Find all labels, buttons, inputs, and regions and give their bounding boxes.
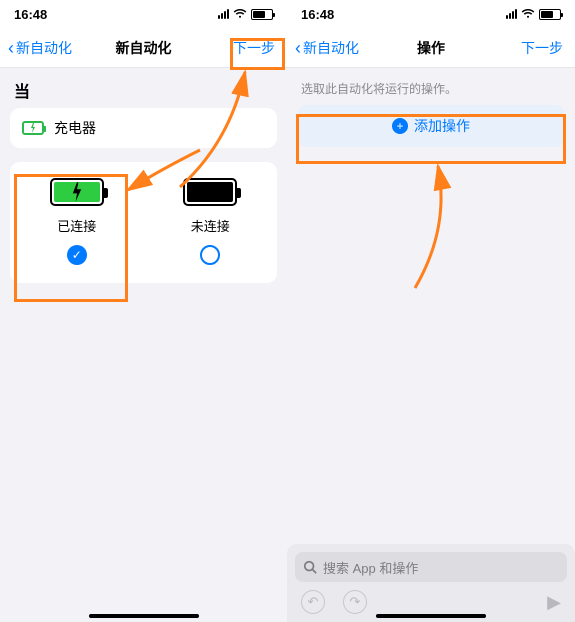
section-when-label: 当 (0, 68, 287, 108)
keyboard-toolbar: ↶ ↷ ▶ (295, 582, 567, 616)
option-disconnected[interactable]: 未连接 (144, 178, 278, 265)
undo-button[interactable]: ↶ (301, 590, 325, 614)
battery-icon (251, 9, 273, 20)
screen-new-automation: 16:48 ‹ 新自动化 新自动化 下一步 当 充电器 (0, 0, 287, 622)
search-placeholder: 搜索 App 和操作 (323, 558, 418, 577)
chevron-left-icon: ‹ (8, 39, 14, 57)
option-disconnected-check (200, 245, 220, 265)
wifi-icon (233, 9, 247, 19)
chevron-left-icon: ‹ (295, 39, 301, 57)
status-time: 16:48 (301, 7, 334, 22)
option-connected[interactable]: 已连接 ✓ (10, 178, 144, 265)
trigger-row-charger[interactable]: 充电器 (10, 108, 277, 148)
page-title: 操作 (417, 38, 445, 58)
search-input[interactable]: 搜索 App 和操作 (295, 552, 567, 582)
add-action-button[interactable]: + 添加操作 (297, 105, 565, 147)
redo-button[interactable]: ↷ (343, 590, 367, 614)
battery-icon (539, 9, 561, 20)
back-label: 新自动化 (16, 38, 72, 58)
battery-connected-icon (50, 178, 104, 206)
next-button[interactable]: 下一步 (517, 36, 567, 60)
add-action-label: 添加操作 (414, 116, 470, 136)
content-area: 当 充电器 已连接 ✓ (0, 68, 287, 622)
status-bar: 16:48 (287, 0, 575, 28)
battery-disconnected-icon (183, 178, 237, 206)
screen-actions: 16:48 ‹ 新自动化 操作 下一步 选取此自动化将运行的操作。 + 添加操作 (287, 0, 575, 622)
nav-bar: ‹ 新自动化 操作 下一步 (287, 28, 575, 68)
signal-icon (218, 9, 229, 19)
run-button[interactable]: ▶ (547, 592, 561, 613)
next-button[interactable]: 下一步 (229, 36, 279, 60)
status-bar: 16:48 (0, 0, 287, 28)
page-title: 新自动化 (116, 38, 172, 58)
back-button[interactable]: ‹ 新自动化 (8, 38, 72, 58)
status-icons (218, 9, 273, 20)
content-area: 选取此自动化将运行的操作。 + 添加操作 搜索 App 和操作 ↶ ↷ ▶ (287, 68, 575, 622)
status-icons (506, 9, 561, 20)
search-icon (303, 560, 317, 574)
charger-icon (22, 121, 44, 135)
wifi-icon (521, 9, 535, 19)
home-indicator[interactable] (376, 614, 486, 618)
option-disconnected-label: 未连接 (191, 216, 230, 235)
plus-circle-icon: + (392, 118, 408, 134)
description-text: 选取此自动化将运行的操作。 (287, 68, 575, 105)
nav-bar: ‹ 新自动化 新自动化 下一步 (0, 28, 287, 68)
back-label: 新自动化 (303, 38, 359, 58)
option-connected-check: ✓ (67, 245, 87, 265)
status-time: 16:48 (14, 7, 47, 22)
option-connected-label: 已连接 (57, 216, 96, 235)
trigger-row-label: 充电器 (54, 118, 96, 138)
signal-icon (506, 9, 517, 19)
option-grid: 已连接 ✓ 未连接 (10, 162, 277, 283)
bottom-panel: 搜索 App 和操作 ↶ ↷ ▶ (287, 544, 575, 622)
back-button[interactable]: ‹ 新自动化 (295, 38, 359, 58)
home-indicator[interactable] (89, 614, 199, 618)
